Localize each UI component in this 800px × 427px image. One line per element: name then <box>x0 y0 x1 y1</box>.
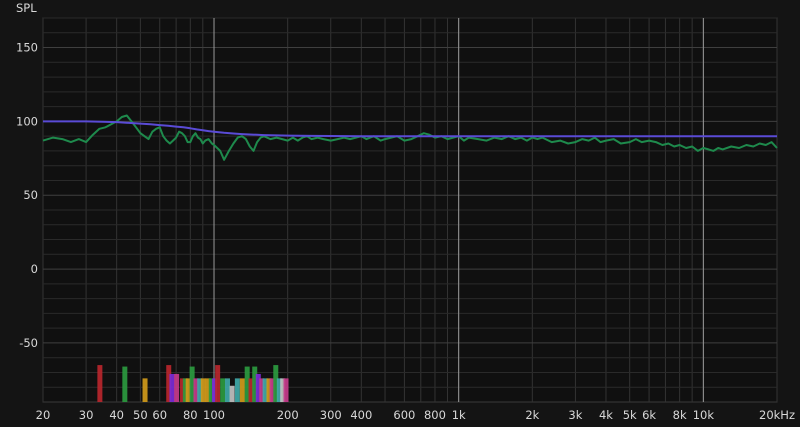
filter-bar <box>174 373 180 402</box>
filter-bar <box>220 378 226 402</box>
filter-bar <box>122 366 128 402</box>
x-tick-label: 300 <box>320 408 342 422</box>
x-tick-label: 20 <box>36 408 51 422</box>
x-tick-label: 6k <box>642 408 656 422</box>
filter-bar <box>229 385 235 402</box>
x-tick-label: 5k <box>623 408 637 422</box>
x-tick-label: 4k <box>599 408 613 422</box>
y-tick-label: 150 <box>16 41 38 55</box>
x-tick-labels: 20 30 40 50 60 80 100 200 300 400 600 800 1k 2k 3k 4k 5k… <box>36 408 795 422</box>
x-tick-label: 50 <box>133 408 148 422</box>
filter-bar <box>169 373 175 402</box>
x-tick-label: 100 <box>203 408 225 422</box>
x-tick-label: 80 <box>183 408 198 422</box>
x-tick-label: 400 <box>350 408 372 422</box>
filter-bar <box>200 378 206 402</box>
frequency-response-chart[interactable]: 150 100 50 0 -50 20 30 40 50 60 80 100 200 300 400 600… <box>0 0 800 427</box>
x-tick-label: 2k <box>525 408 539 422</box>
filter-bar <box>239 378 245 402</box>
filter-bar <box>97 365 103 402</box>
y-tick-label: 50 <box>23 188 38 202</box>
y-tick-label: 0 <box>31 262 38 276</box>
x-tick-label: 200 <box>277 408 299 422</box>
x-tick-label: 20kHz <box>759 408 795 422</box>
y-axis-label: SPL <box>16 1 37 15</box>
x-tick-label: 10k <box>693 408 715 422</box>
filter-bar <box>283 378 289 402</box>
y-tick-label: 100 <box>16 114 38 128</box>
filter-bar <box>234 378 240 402</box>
x-tick-label: 60 <box>152 408 167 422</box>
x-tick-label: 800 <box>424 408 446 422</box>
filter-bar <box>225 378 231 402</box>
filter-bar <box>215 365 221 402</box>
filter-bar <box>142 378 148 402</box>
x-tick-label: 600 <box>393 408 415 422</box>
x-tick-label: 8k <box>673 408 687 422</box>
y-tick-label: -50 <box>19 336 38 350</box>
y-tick-labels: 150 100 50 0 -50 <box>16 41 38 350</box>
x-tick-label: 1k <box>452 408 466 422</box>
x-tick-label: 40 <box>109 408 124 422</box>
x-tick-label: 3k <box>568 408 582 422</box>
x-tick-label: 30 <box>79 408 94 422</box>
